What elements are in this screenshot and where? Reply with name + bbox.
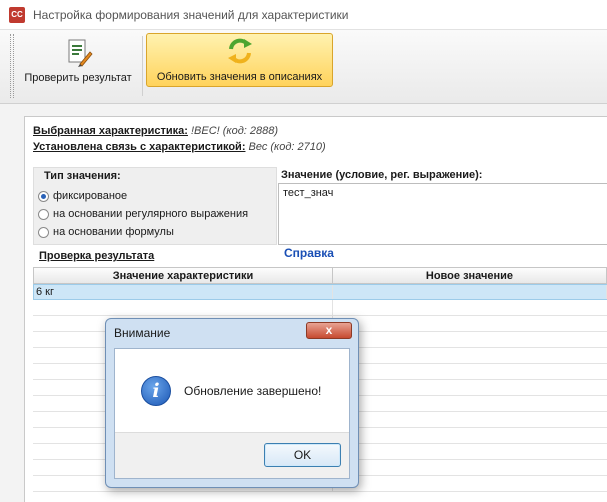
toolbar-separator (142, 36, 143, 96)
radio-formula-label: на основании формулы (53, 226, 174, 238)
table-row[interactable]: 6 кг (33, 284, 607, 300)
document-edit-icon (68, 39, 93, 67)
selected-characteristic-value: !ВЕС! (код: 2888) (190, 125, 279, 137)
ok-button[interactable]: OK (264, 443, 341, 467)
radio-fixed-label: фиксированое (53, 190, 128, 202)
value-type-group: Тип значения: фиксированое на основании … (33, 167, 277, 245)
value-type-header: Тип значения: (44, 170, 121, 182)
app-icon: CC (9, 6, 25, 23)
check-result-button[interactable]: Проверить результат (18, 33, 138, 87)
linked-characteristic-row: Установлена связь с характеристикой: Вес … (33, 141, 326, 153)
linked-characteristic-label: Установлена связь с характеристикой: (33, 141, 246, 153)
value-header: Значение (условие, рег. выражение): (281, 169, 483, 181)
help-link[interactable]: Справка (284, 246, 334, 260)
column-header-new-value[interactable]: Новое значение (333, 268, 607, 283)
radio-regex-label: на основании регулярного выражения (53, 208, 249, 220)
radio-formula[interactable]: на основании формулы (38, 226, 174, 238)
table-cell[interactable]: 6 кг (34, 285, 333, 299)
column-header-value[interactable]: Значение характеристики (34, 268, 333, 283)
dialog-message: Обновление завершено! (184, 384, 322, 398)
radio-button[interactable] (38, 226, 49, 238)
table-header: Значение характеристики Новое значение (33, 267, 607, 284)
check-result-label: Проверить результат (24, 72, 132, 84)
title-bar: CC Настройка формирования значений для х… (0, 0, 607, 30)
dialog-title: Внимание (114, 326, 171, 340)
toolbar: Проверить результат Обновить значения в … (0, 30, 607, 104)
linked-characteristic-value: Вес (код: 2710) (248, 141, 326, 153)
refresh-icon (227, 38, 252, 64)
check-result-section-label: Проверка результата (39, 250, 155, 262)
close-icon: x (325, 323, 333, 337)
dialog-body: i Обновление завершено! OK (114, 348, 350, 479)
window-title: Настройка формирования значений для хара… (33, 7, 349, 22)
message-dialog: Внимание x i Обновление завершено! OK (105, 318, 359, 488)
table-cell[interactable] (333, 285, 607, 299)
radio-button[interactable] (38, 208, 49, 220)
toolbar-grip (10, 34, 14, 98)
radio-button-checked[interactable] (38, 190, 49, 202)
close-button[interactable]: x (306, 322, 352, 339)
update-values-label: Обновить значения в описаниях (156, 71, 323, 83)
dialog-footer: OK (115, 432, 349, 478)
table-row-empty (33, 300, 607, 316)
radio-fixed[interactable]: фиксированое (38, 190, 127, 202)
update-values-button[interactable]: Обновить значения в описаниях (146, 33, 333, 87)
info-icon: i (141, 376, 171, 406)
selected-characteristic-row: Выбранная характеристика: !ВЕС! (код: 288… (33, 125, 278, 137)
value-textarea[interactable]: тест_знач (278, 183, 607, 245)
radio-regex[interactable]: на основании регулярного выражения (38, 208, 248, 220)
selected-characteristic-label: Выбранная характеристика: (33, 125, 188, 137)
